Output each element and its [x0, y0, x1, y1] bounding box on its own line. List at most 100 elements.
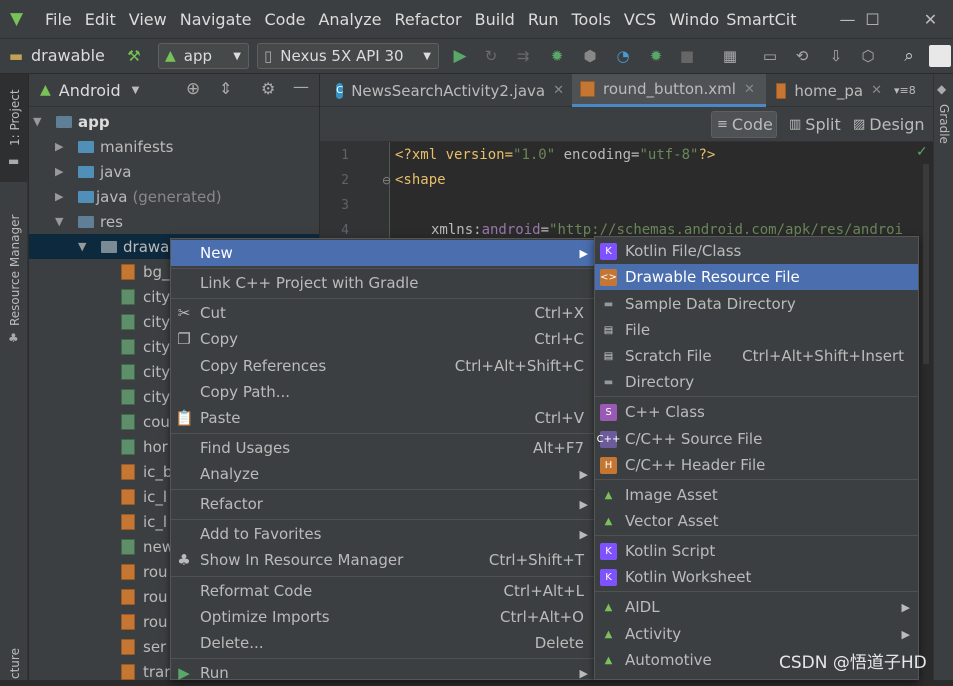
rerun-icon[interactable]: ↻: [481, 46, 501, 66]
submenu-item-directory[interactable]: ▬ Directory: [595, 369, 918, 395]
menu-file[interactable]: File: [45, 10, 72, 29]
attach-debugger-icon[interactable]: ⬢: [580, 46, 600, 66]
expand-arrow-icon[interactable]: ▼: [33, 115, 47, 128]
tree-node-manifests[interactable]: ▶ manifests: [29, 134, 319, 159]
submenu-item-cpp-header-file[interactable]: H C/C++ Header File: [595, 452, 918, 478]
tree-node-java-generated[interactable]: ▶ java (generated): [29, 184, 319, 209]
gear-icon[interactable]: ⚙: [261, 79, 275, 98]
layout-inspector-icon[interactable]: ⬡: [858, 46, 878, 66]
menu-item-add-to-favorites[interactable]: Add to Favorites ▶: [171, 521, 594, 547]
submenu-item-activity[interactable]: ▲ Activity ▶: [595, 621, 918, 647]
menu-item-cut[interactable]: ✂ Cut Ctrl+X: [171, 300, 594, 326]
submenu-item-drawable-resource-file[interactable]: <> Drawable Resource File: [595, 264, 918, 290]
run-config-select[interactable]: ▲ app ▼: [158, 43, 249, 69]
resource-manager-label[interactable]: Resource Manager: [8, 215, 22, 326]
search-icon[interactable]: ⌕: [899, 46, 919, 66]
menu-item-show-in-resource-manager[interactable]: ♣ Show In Resource Manager Ctrl+Shift+T: [171, 547, 594, 573]
menu-vcs[interactable]: VCS: [624, 10, 656, 29]
menu-item-copy-path[interactable]: Copy Path...: [171, 379, 594, 405]
expand-arrow-icon[interactable]: ▶: [55, 140, 69, 153]
menu-view[interactable]: View: [129, 10, 167, 29]
sync-gradle-icon[interactable]: ⟲: [792, 46, 812, 66]
close-tab-icon[interactable]: ✕: [553, 83, 564, 98]
project-tool-label[interactable]: 1: Project: [8, 89, 22, 146]
hammer-icon[interactable]: ⚒: [124, 46, 144, 66]
menu-item-copy-references[interactable]: Copy References Ctrl+Alt+Shift+C: [171, 353, 594, 379]
avd-manager-icon[interactable]: ▭: [760, 46, 780, 66]
menu-refactor[interactable]: Refactor: [395, 10, 462, 29]
submenu-item-aidl[interactable]: ▲ AIDL ▶: [595, 594, 918, 620]
collapse-all-icon[interactable]: ⇕: [219, 79, 232, 98]
gradle-tool-label[interactable]: Gradle: [937, 104, 951, 144]
code-view-button[interactable]: ≡ Code: [711, 111, 777, 138]
breadcrumb[interactable]: drawable: [31, 46, 105, 65]
submenu-item-cpp-source-file[interactable]: C++ C/C++ Source File: [595, 426, 918, 452]
editor-scrollbar[interactable]: [923, 164, 929, 364]
close-icon[interactable]: ✕: [908, 0, 953, 38]
menu-code[interactable]: Code: [265, 10, 306, 29]
tab-overflow-button[interactable]: ▾≡ 8: [892, 74, 933, 107]
submenu-item-file[interactable]: ▤ File: [595, 317, 918, 343]
fold-icon[interactable]: ⊖: [382, 174, 391, 187]
tab-home-page[interactable]: home_pa ✕: [768, 74, 890, 107]
stop-icon[interactable]: ■: [677, 46, 697, 66]
submenu-item-vector-asset[interactable]: ▲ Vector Asset: [595, 508, 918, 534]
project-structure-icon[interactable]: ▦: [720, 46, 740, 66]
menu-navigate[interactable]: Navigate: [180, 10, 252, 29]
menu-edit[interactable]: Edit: [85, 10, 116, 29]
folder-icon: ▬: [8, 47, 24, 65]
project-view-mode[interactable]: Android: [59, 81, 121, 100]
split-view-button[interactable]: ▥ Split: [784, 111, 846, 138]
design-view-button[interactable]: ▨ Design: [848, 111, 930, 138]
expand-arrow-icon[interactable]: ▼: [78, 240, 92, 253]
sdk-manager-icon[interactable]: ⇩: [826, 46, 846, 66]
maximize-icon[interactable]: ☐: [850, 0, 895, 38]
submenu-item-image-asset[interactable]: ▲ Image Asset: [595, 482, 918, 508]
profile-icon[interactable]: ◔: [613, 46, 633, 66]
menu-item-reformat-code[interactable]: Reformat Code Ctrl+Alt+L: [171, 578, 594, 604]
submenu-item-sample-data-directory[interactable]: ▬ Sample Data Directory: [595, 291, 918, 317]
submenu-item-kotlin-script[interactable]: K Kotlin Script: [595, 538, 918, 564]
menu-item-new[interactable]: New ▶: [171, 240, 594, 266]
menu-run[interactable]: Run: [528, 10, 559, 29]
debug-icon[interactable]: ✹: [547, 46, 567, 66]
expand-arrow-icon[interactable]: ▼: [55, 215, 69, 228]
menu-item-paste[interactable]: 📋 Paste Ctrl+V: [171, 405, 594, 431]
close-tab-icon[interactable]: ✕: [744, 82, 755, 97]
chevron-down-icon[interactable]: ▼: [132, 85, 140, 96]
close-tab-icon[interactable]: ✕: [871, 83, 882, 98]
menu-window[interactable]: Windo: [669, 10, 719, 29]
hide-icon[interactable]: —: [293, 77, 309, 96]
menu-build[interactable]: Build: [475, 10, 515, 29]
tree-node-java[interactable]: ▶ java: [29, 159, 319, 184]
android-icon: ▲: [604, 628, 613, 640]
attach-process-icon[interactable]: ✹: [646, 46, 666, 66]
tree-node-res[interactable]: ▼ res: [29, 209, 319, 234]
menu-item-analyze[interactable]: Analyze ▶: [171, 461, 594, 487]
locate-icon[interactable]: ⊕: [186, 79, 200, 99]
submenu-item-cpp-class[interactable]: S C++ Class: [595, 399, 918, 425]
submenu-item-kotlin-worksheet[interactable]: K Kotlin Worksheet: [595, 564, 918, 590]
menu-tools[interactable]: Tools: [572, 10, 611, 29]
apply-changes-icon[interactable]: ⇉: [513, 46, 533, 66]
menu-item-find-usages[interactable]: Find Usages Alt+F7: [171, 435, 594, 461]
tab-news-search-activity[interactable]: C NewsSearchActivity2.java ✕: [328, 74, 572, 107]
expand-arrow-icon[interactable]: ▶: [55, 190, 69, 203]
avatar[interactable]: [929, 45, 951, 67]
menu-separator: [595, 479, 918, 480]
menu-item-link-cpp[interactable]: Link C++ Project with Gradle: [171, 270, 594, 296]
submenu-item-kotlin-file-class[interactable]: K Kotlin File/Class: [595, 238, 918, 264]
menu-item-refactor[interactable]: Refactor ▶: [171, 491, 594, 517]
submenu-item-scratch-file[interactable]: ▤ Scratch File Ctrl+Alt+Shift+Insert: [595, 343, 918, 369]
tab-round-button[interactable]: round_button.xml ✕: [572, 74, 766, 107]
menu-item-optimize-imports[interactable]: Optimize Imports Ctrl+Alt+O: [171, 604, 594, 630]
menu-item-copy[interactable]: ❐ Copy Ctrl+C: [171, 326, 594, 352]
menu-item-run[interactable]: ▶ Run ▶: [171, 660, 594, 686]
menu-analyze[interactable]: Analyze: [318, 10, 381, 29]
run-icon[interactable]: ▶: [450, 46, 470, 66]
expand-arrow-icon[interactable]: ▶: [55, 165, 69, 178]
menu-item-delete[interactable]: Delete... Delete: [171, 630, 594, 656]
structure-label[interactable]: cture: [8, 648, 22, 679]
tree-node-app[interactable]: ▼ app: [29, 109, 319, 134]
device-select[interactable]: ▯ Nexus 5X API 30 ▼: [257, 43, 439, 69]
